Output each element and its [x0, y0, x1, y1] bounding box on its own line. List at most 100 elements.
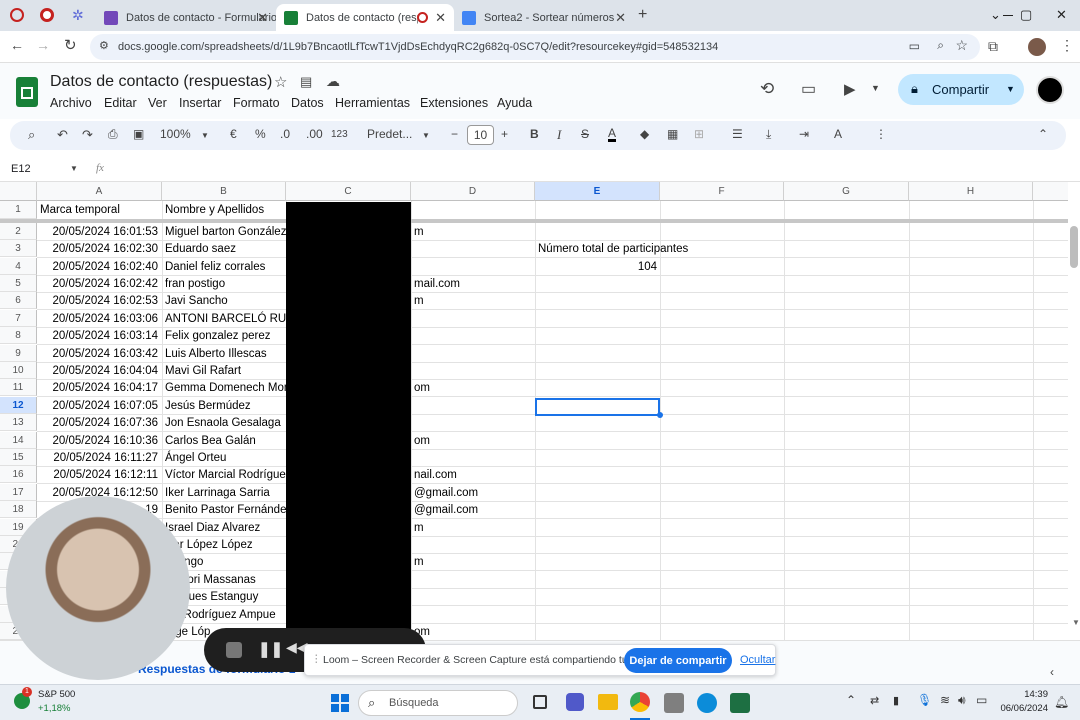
cell-b11[interactable]: Gemma Domenech Mon	[162, 380, 290, 397]
increase-decimal-button[interactable]: .00	[306, 127, 323, 141]
tab-responses[interactable]: Datos de contacto (respuestas) ✕	[276, 4, 454, 31]
chevron-down-icon[interactable]: ⌄	[990, 7, 1001, 23]
cell-d10[interactable]	[411, 363, 536, 380]
battery-icon[interactable]: ▭	[976, 693, 987, 707]
cell-e17[interactable]	[535, 485, 660, 502]
column-header-d[interactable]: D	[411, 182, 535, 201]
tab-sortea2[interactable]: Sortea2 - Sortear números ✕	[454, 4, 634, 31]
cell-e25[interactable]	[535, 624, 660, 640]
close-icon[interactable]: ✕	[435, 10, 446, 26]
row-header[interactable]: 10	[0, 362, 37, 380]
cell-b8[interactable]: Felix gonzalez perez	[162, 328, 287, 345]
font-select[interactable]: Predet...	[367, 127, 412, 141]
bold-icon[interactable]: B	[530, 127, 539, 141]
stop-recording-icon[interactable]	[226, 642, 242, 658]
cell-b5[interactable]: fran postigo	[162, 276, 287, 293]
row-header[interactable]: 5	[0, 275, 37, 293]
menu-datos[interactable]: Datos	[291, 96, 324, 110]
cell-d24[interactable]	[411, 607, 536, 624]
url-field[interactable]: ⚙ docs.google.com/spreadsheets/d/1L9b7Bn…	[90, 34, 980, 60]
close-icon[interactable]: ✕	[257, 10, 268, 26]
vertical-scrollbar[interactable]	[1070, 226, 1078, 268]
zoom-select[interactable]: 100%	[160, 127, 191, 141]
number-format-button[interactable]: 123	[331, 129, 348, 140]
cell-d21[interactable]: m	[411, 554, 536, 571]
minimize-icon[interactable]	[1003, 15, 1013, 16]
menu-herramientas[interactable]: Herramientas	[335, 96, 410, 110]
pause-icon[interactable]: ❚❚	[258, 640, 283, 658]
cell-e2[interactable]	[535, 224, 660, 241]
meet-icon[interactable]: ▶	[844, 80, 856, 98]
row-header[interactable]: 9	[0, 345, 37, 363]
extension-tab-icon[interactable]: ✲	[72, 7, 84, 24]
selected-cell-e12[interactable]	[535, 398, 660, 416]
collapse-toolbar-icon[interactable]: ⌃	[1038, 127, 1048, 141]
cell-a14[interactable]: 20/05/2024 16:10:36	[37, 433, 162, 450]
cell-a9[interactable]: 20/05/2024 16:03:42	[37, 346, 162, 363]
chevron-down-icon[interactable]: ▼	[422, 131, 430, 140]
row-header[interactable]: 6	[0, 292, 37, 310]
column-header-c[interactable]: C	[286, 182, 411, 201]
frozen-row-divider[interactable]	[0, 219, 1068, 223]
cell-a10[interactable]: 20/05/2024 16:04:04	[37, 363, 162, 380]
minus-icon[interactable]: −	[451, 127, 458, 141]
chevron-down-icon[interactable]: ▼	[1006, 84, 1015, 94]
comments-icon[interactable]: ▭	[801, 79, 816, 99]
taskbar-search[interactable]: ⌕ Búsqueda	[358, 690, 518, 716]
cell-d22[interactable]	[411, 572, 536, 589]
cell-a12[interactable]: 20/05/2024 16:07:05	[37, 398, 162, 415]
chevron-up-icon[interactable]: ⌃	[846, 693, 856, 707]
row-header[interactable]: 13	[0, 414, 37, 432]
microphone-icon[interactable]: 🎙︎	[917, 693, 932, 707]
cell-a6[interactable]: 20/05/2024 16:02:53	[37, 293, 162, 310]
cell-e21[interactable]	[535, 554, 660, 571]
cell-b12[interactable]: Jesús Bermúdez	[162, 398, 287, 415]
cell-d7[interactable]	[411, 311, 536, 328]
stock-widget-icon[interactable]: 1	[14, 687, 32, 709]
cell-e5[interactable]	[535, 276, 660, 293]
column-header-g[interactable]: G	[784, 182, 909, 201]
undo-icon[interactable]: ↶	[57, 127, 68, 143]
cast-icon[interactable]: ▭	[909, 39, 920, 53]
row-header[interactable]: 12	[0, 397, 37, 415]
column-header-i[interactable]	[1033, 182, 1068, 201]
excel-icon[interactable]	[730, 693, 750, 713]
column-header-a[interactable]: A	[37, 182, 162, 201]
cloud-saved-icon[interactable]: ☁	[326, 73, 340, 90]
cell-a4[interactable]: 20/05/2024 16:02:40	[37, 259, 162, 276]
row-header[interactable]: 14	[0, 432, 37, 450]
percent-button[interactable]: %	[255, 127, 266, 141]
cell-b1[interactable]: Nombre y Apellidos	[162, 202, 287, 219]
column-header-e[interactable]: E	[535, 182, 660, 201]
menu-editar[interactable]: Editar	[104, 96, 137, 110]
redo-icon[interactable]: ↷	[82, 127, 93, 143]
vertical-align-icon[interactable]: ⤓	[766, 127, 771, 142]
paint-format-icon[interactable]: ▣	[133, 127, 144, 141]
cell-a15[interactable]: 20/05/2024 16:11:27	[37, 450, 162, 467]
column-header-f[interactable]: F	[660, 182, 784, 201]
fill-handle[interactable]	[657, 412, 663, 418]
cell-e6[interactable]	[535, 293, 660, 310]
reload-icon[interactable]: ↻	[64, 36, 77, 54]
menu-ver[interactable]: Ver	[148, 96, 167, 110]
cell-d17[interactable]: @gmail.com	[411, 485, 536, 502]
cell-b13[interactable]: Jon Esnaola Gesalaga	[162, 415, 287, 432]
cell-d14[interactable]: om	[411, 433, 536, 450]
cell-b4[interactable]: Daniel feliz corrales	[162, 259, 287, 276]
row-header[interactable]: 7	[0, 310, 37, 328]
cell-e3[interactable]: Número total de participantes	[535, 241, 688, 258]
edge-icon[interactable]	[697, 693, 717, 713]
column-header-b[interactable]: B	[162, 182, 286, 201]
sheets-logo[interactable]	[16, 77, 38, 107]
webcam-bubble[interactable]	[6, 496, 190, 680]
drag-handle-icon[interactable]: ⋮	[311, 653, 322, 665]
cell-d12[interactable]	[411, 398, 536, 415]
cell-e7[interactable]	[535, 311, 660, 328]
name-box[interactable]: E12	[11, 163, 31, 175]
file-explorer-icon[interactable]	[598, 694, 618, 710]
cell-d6[interactable]: m	[411, 293, 536, 310]
clock-date[interactable]: 06/06/2024	[996, 703, 1048, 714]
text-color-icon[interactable]: A	[608, 127, 617, 142]
scroll-down-icon[interactable]: ▼	[1072, 618, 1080, 627]
menu-extensiones[interactable]: Extensiones	[420, 96, 488, 110]
